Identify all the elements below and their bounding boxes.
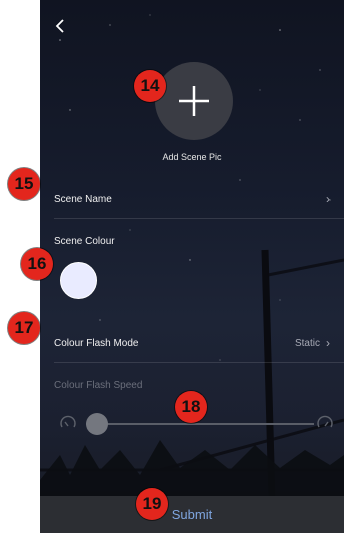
scene-editor-screen: Add Scene Pic Scene Name › Scene Colour … [40,0,344,533]
colour-flash-mode-label: Colour Flash Mode [54,337,139,349]
add-scene-pic-button[interactable] [155,62,233,140]
speed-slow-icon [60,415,76,428]
chevron-right-icon: › [326,192,330,206]
scene-name-label: Scene Name [54,193,112,205]
back-chevron-icon [55,19,64,33]
plus-icon [179,86,209,116]
add-scene-pic-label: Add Scene Pic [162,152,222,162]
annotation-badge-16: 16 [21,248,53,280]
annotation-badge-18: 18 [175,391,207,423]
flash-speed-slider-thumb[interactable] [86,413,109,435]
flash-speed-slider-track[interactable] [86,423,314,425]
divider [54,218,344,219]
submit-button[interactable]: Submit [40,496,344,533]
scene-colour-row: Scene Colour [54,236,330,247]
annotation-badge-15: 15 [8,168,40,200]
scene-name-row[interactable]: Scene Name › [54,192,330,206]
annotation-badge-17: 17 [8,312,40,344]
colour-flash-mode-value: Static › [294,336,330,350]
scene-colour-label: Scene Colour [54,236,115,247]
divider [54,362,344,363]
chevron-right-icon: › [326,336,330,350]
annotation-badge-19: 19 [136,488,168,520]
colour-flash-mode-row[interactable]: Colour Flash Mode Static › [54,336,330,350]
colour-flash-speed-label: Colour Flash Speed [54,380,143,391]
back-button[interactable] [48,14,72,38]
scene-colour-swatch[interactable] [60,262,97,299]
speed-fast-icon [317,415,333,428]
annotation-badge-14: 14 [134,70,166,102]
submit-label: Submit [171,507,213,522]
